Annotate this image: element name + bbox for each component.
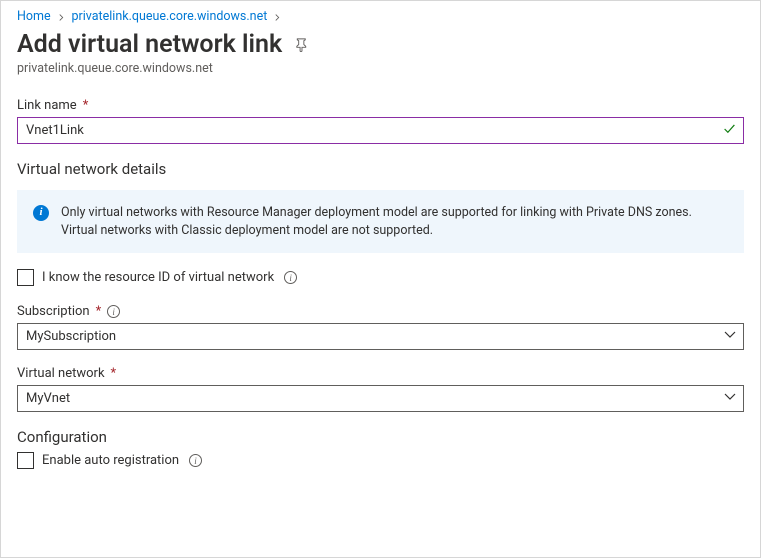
breadcrumb-zone-link[interactable]: privatelink.queue.core.windows.net [71,9,267,24]
chevron-right-icon [58,10,68,23]
check-icon [723,122,736,139]
virtual-network-select[interactable]: MyVnet [17,385,744,412]
subscription-label: Subscription* i [17,304,744,319]
vnet-details-title: Virtual network details [17,160,744,178]
know-resource-id-checkbox[interactable] [17,269,34,286]
know-resource-id-label: I know the resource ID of virtual networ… [42,270,274,285]
info-message: Only virtual networks with Resource Mana… [61,204,728,239]
info-icon[interactable]: i [189,454,202,467]
info-icon[interactable]: i [284,271,297,284]
link-name-input[interactable] [17,117,744,144]
pin-icon[interactable] [294,37,309,52]
link-name-label: Link name* [17,98,744,113]
info-icon: i [33,205,49,221]
page-subtitle: privatelink.queue.core.windows.net [17,61,744,76]
configuration-title: Configuration [17,428,744,446]
page-title: Add virtual network link [17,30,282,59]
enable-auto-registration-label: Enable auto registration [42,453,179,468]
chevron-right-icon [274,10,281,23]
breadcrumb-home-link[interactable]: Home [17,9,51,24]
subscription-select[interactable]: MySubscription [17,323,744,350]
virtual-network-label: Virtual network* [17,366,744,381]
info-icon[interactable]: i [107,305,120,318]
info-box: i Only virtual networks with Resource Ma… [17,190,744,253]
breadcrumb: Home privatelink.queue.core.windows.net [17,9,744,24]
enable-auto-registration-checkbox[interactable] [17,452,34,469]
